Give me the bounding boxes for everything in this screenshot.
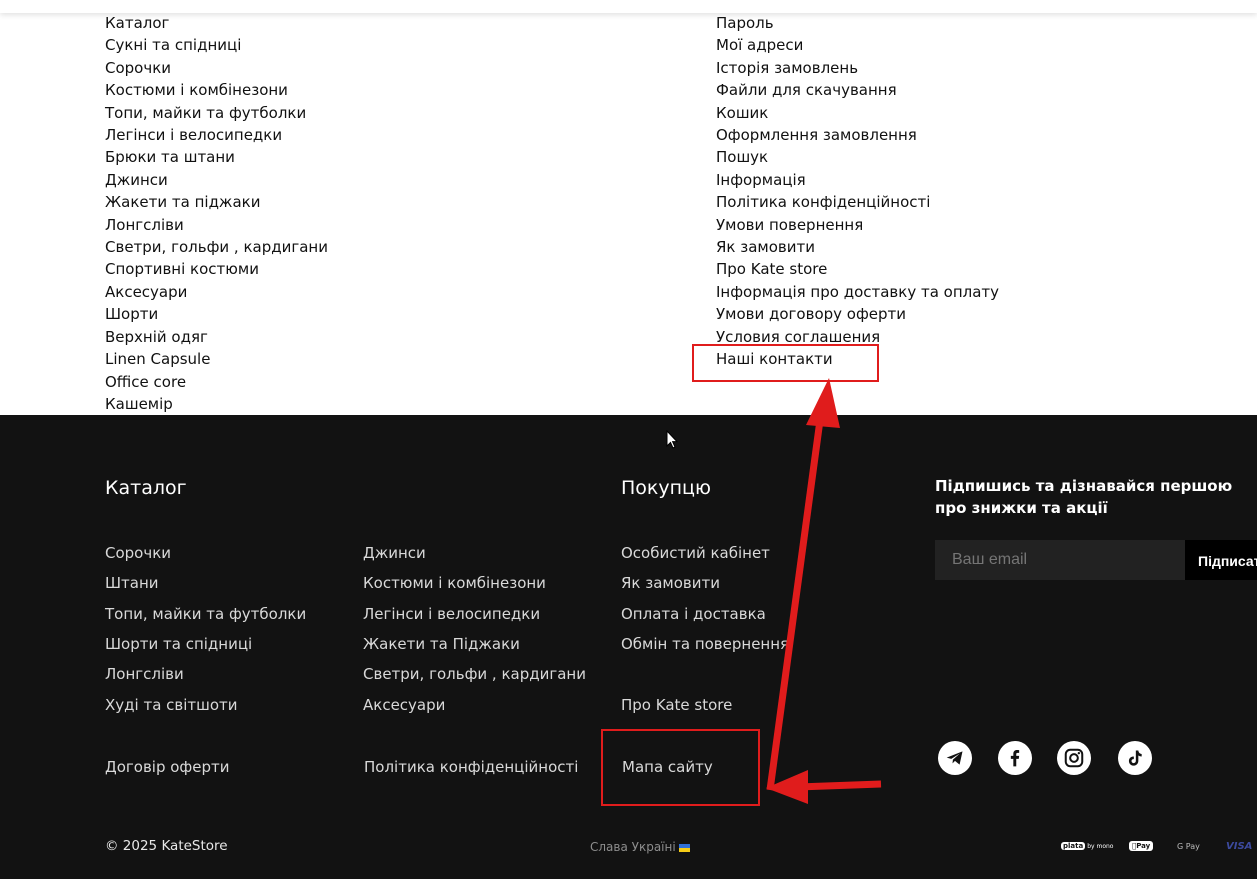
sitemap-link-jeans[interactable]: Джинси xyxy=(105,169,328,191)
contacts-highlight-box xyxy=(692,344,879,382)
sitemap-link-how-to-order[interactable]: Як замовити xyxy=(716,236,999,258)
footer-buyer-title: Покупцю xyxy=(621,477,711,499)
sitemap-link-dresses[interactable]: Сукні та спідниці xyxy=(105,34,328,56)
tiktok-icon[interactable] xyxy=(1118,741,1152,775)
instagram-icon[interactable] xyxy=(1057,741,1091,775)
footer-link-accessories[interactable]: Аксесуари xyxy=(363,696,445,714)
site-footer: Каталог Покупцю Сорочки Штани Топи, майк… xyxy=(0,415,1257,879)
mouse-cursor-icon xyxy=(666,430,679,449)
glory-text: Слава Україні xyxy=(590,840,676,854)
footer-link-tops[interactable]: Топи, майки та футболки xyxy=(105,605,306,623)
glory-to-ukraine: Слава Україні xyxy=(590,840,690,854)
sitemap-link-office-core[interactable]: Office core xyxy=(105,371,328,393)
sitemap-link-jackets[interactable]: Жакети та піджаки xyxy=(105,191,328,213)
sitemap-link-downloads[interactable]: Файли для скачування xyxy=(716,79,999,101)
copyright-text: © 2025 KateStore xyxy=(105,838,228,854)
footer-link-about[interactable]: Про Kate store xyxy=(621,696,732,714)
sitemap-link-checkout[interactable]: Оформлення замовлення xyxy=(716,124,999,146)
footer-link-shorts-skirts[interactable]: Шорти та спідниці xyxy=(105,635,252,653)
footer-link-pants[interactable]: Штани xyxy=(105,574,159,592)
apple-pay-text: Pay xyxy=(1132,842,1150,850)
footer-link-privacy[interactable]: Політика конфіденційності xyxy=(364,758,578,776)
plata-by-mono-logo: plata by mono xyxy=(1061,835,1113,857)
sitemap-link-about[interactable]: Про Kate store xyxy=(716,258,999,280)
email-input[interactable] xyxy=(935,540,1185,580)
sitemap-catalog-column: Каталог Сукні та спідниці Сорочки Костюм… xyxy=(105,12,328,415)
subscribe-title: Підпишись та дізнавайся першою про знижк… xyxy=(935,477,1233,517)
sitemap-link-password[interactable]: Пароль xyxy=(716,12,999,34)
facebook-icon[interactable] xyxy=(998,741,1032,775)
sitemap-link-search[interactable]: Пошук xyxy=(716,146,999,168)
ukraine-flag-icon xyxy=(678,843,690,852)
google-pay-icon: G Pay xyxy=(1177,835,1200,857)
sitemap-link-outerwear[interactable]: Верхній одяг xyxy=(105,326,328,348)
plata-badge: plata xyxy=(1061,842,1086,850)
footer-link-returns[interactable]: Обмін та повернення xyxy=(621,635,789,653)
sitemap-link-cashmere[interactable]: Кашемір xyxy=(105,393,328,415)
footer-link-leggings[interactable]: Легінси і велосипедки xyxy=(363,605,540,623)
footer-link-hoodies[interactable]: Худі та світшоти xyxy=(105,696,238,714)
mono-text: by mono xyxy=(1087,842,1114,850)
sitemap-highlight-box xyxy=(601,729,760,806)
footer-link-payment-delivery[interactable]: Оплата і доставка xyxy=(621,605,766,623)
sitemap-link-sport-suits[interactable]: Спортивні костюми xyxy=(105,258,328,280)
footer-link-account[interactable]: Особистий кабінет xyxy=(621,544,770,562)
footer-catalog-title: Каталог xyxy=(105,477,187,499)
footer-link-offer[interactable]: Договір оферти xyxy=(105,758,230,776)
sitemap-link-shorts[interactable]: Шорти xyxy=(105,303,328,325)
footer-link-longsleeves[interactable]: Лонгсліви xyxy=(105,665,184,683)
sitemap-info-column: Пароль Мої адреси Історія замовлень Файл… xyxy=(716,12,999,371)
sitemap-link-offer-terms[interactable]: Умови договору оферти xyxy=(716,303,999,325)
subscribe-button[interactable]: Підписатися xyxy=(1185,540,1257,580)
footer-link-suits[interactable]: Костюми і комбінезони xyxy=(363,574,546,592)
sitemap-link-linen-capsule[interactable]: Linen Capsule xyxy=(105,348,328,370)
footer-link-sweaters[interactable]: Светри, гольфи , кардигани xyxy=(363,665,586,683)
apple-pay-icon: Pay xyxy=(1129,835,1154,857)
sitemap-link-sweaters[interactable]: Светри, гольфи , кардигани xyxy=(105,236,328,258)
footer-link-jeans[interactable]: Джинси xyxy=(363,544,426,562)
sitemap-link-shirts[interactable]: Сорочки xyxy=(105,57,328,79)
footer-link-how-to-order[interactable]: Як замовити xyxy=(621,574,720,592)
sitemap-link-delivery-info[interactable]: Інформація про доставку та оплату xyxy=(716,281,999,303)
telegram-icon[interactable] xyxy=(938,741,972,775)
sitemap-link-returns[interactable]: Умови повернення xyxy=(716,214,999,236)
sitemap-link-cart[interactable]: Кошик xyxy=(716,102,999,124)
sitemap-link-addresses[interactable]: Мої адреси xyxy=(716,34,999,56)
sitemap-link-accessories[interactable]: Аксесуари xyxy=(105,281,328,303)
sitemap-link-catalog[interactable]: Каталог xyxy=(105,12,328,34)
sitemap-link-suits[interactable]: Костюми і комбінезони xyxy=(105,79,328,101)
visa-icon: VISA xyxy=(1226,835,1252,857)
sitemap-section: Каталог Сукні та спідниці Сорочки Костюм… xyxy=(0,12,1257,415)
sitemap-link-order-history[interactable]: Історія замовлень xyxy=(716,57,999,79)
google-pay-text: G Pay xyxy=(1177,841,1200,851)
sitemap-link-tops[interactable]: Топи, майки та футболки xyxy=(105,102,328,124)
visa-text: VISA xyxy=(1226,840,1253,852)
sitemap-link-leggings[interactable]: Легінси і велосипедки xyxy=(105,124,328,146)
footer-link-shirts[interactable]: Сорочки xyxy=(105,544,171,562)
sitemap-link-longsleeves[interactable]: Лонгсліви xyxy=(105,214,328,236)
footer-link-jackets[interactable]: Жакети та Піджаки xyxy=(363,635,520,653)
sitemap-link-privacy[interactable]: Політика конфіденційності xyxy=(716,191,999,213)
sitemap-link-information[interactable]: Інформація xyxy=(716,169,999,191)
sitemap-link-trousers[interactable]: Брюки та штани xyxy=(105,146,328,168)
